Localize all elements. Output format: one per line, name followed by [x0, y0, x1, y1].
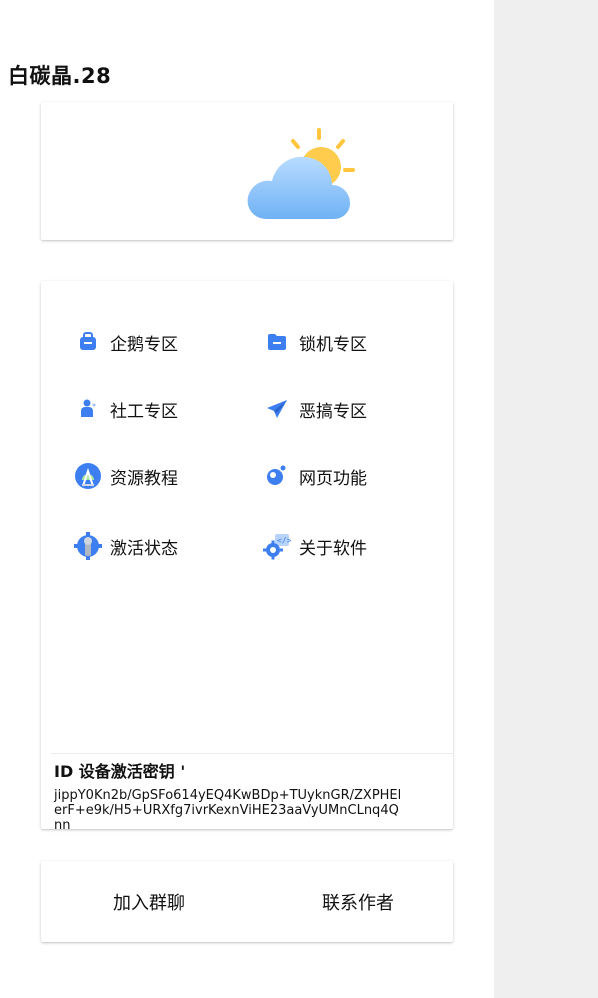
menu-item-label: 激活状态 — [110, 538, 178, 559]
menu-item-resources[interactable]: 资源教程 — [74, 461, 178, 491]
contact-author-button[interactable]: 联系作者 — [284, 861, 432, 942]
device-id-section: ID 设备激活密钥 ' jippY0Kn2b/GpSFo614yEQ4KwBDp… — [51, 753, 453, 829]
menu-item-activation-status[interactable]: 激活状态 — [74, 531, 178, 561]
menu-item-social-zone[interactable]: 社工专区 — [74, 394, 178, 424]
app-title: 白碳晶.28 — [8, 64, 112, 88]
menu-item-web-features[interactable]: 网页功能 — [263, 461, 367, 491]
wrench-gear-icon — [74, 532, 102, 560]
menu-item-label: 关于软件 — [299, 538, 367, 559]
folder-icon — [263, 328, 291, 356]
person-icon — [74, 395, 102, 423]
menu-card: 企鹅专区 锁机专区 社工专区 恶搞专区 资源教程 网页功能 激活状态 </> 关… — [41, 281, 453, 829]
menu-item-lock-zone[interactable]: 锁机专区 — [263, 327, 367, 357]
menu-item-about-software[interactable]: </> 关于软件 — [263, 531, 367, 561]
join-group-button[interactable]: 加入群聊 — [75, 861, 223, 942]
cloud-sun-icon — [247, 128, 355, 219]
svg-text:</>: </> — [277, 536, 291, 545]
menu-item-prank-zone[interactable]: 恶搞专区 — [263, 394, 367, 424]
device-id-value[interactable]: jippY0Kn2b/GpSFo614yEQ4KwBDp+TUyknGR/ZXP… — [54, 788, 404, 829]
menu-item-label: 社工专区 — [110, 401, 178, 422]
menu-item-label: 企鹅专区 — [110, 334, 178, 355]
footer-card: 加入群聊 联系作者 — [41, 861, 453, 942]
android-studio-icon — [74, 462, 102, 490]
paper-plane-icon — [263, 395, 291, 423]
right-side-panel — [494, 0, 598, 998]
globe-dot-icon — [263, 462, 291, 490]
menu-item-label: 恶搞专区 — [299, 401, 367, 422]
gear-code-icon: </> — [263, 532, 291, 560]
device-id-label: ID 设备激活密钥 ' — [54, 762, 186, 781]
penguin-bag-icon — [74, 328, 102, 356]
menu-item-penguin-zone[interactable]: 企鹅专区 — [74, 327, 178, 357]
menu-item-label: 网页功能 — [299, 468, 367, 489]
weather-card — [41, 102, 453, 240]
menu-item-label: 资源教程 — [110, 468, 178, 489]
menu-item-label: 锁机专区 — [299, 334, 367, 355]
